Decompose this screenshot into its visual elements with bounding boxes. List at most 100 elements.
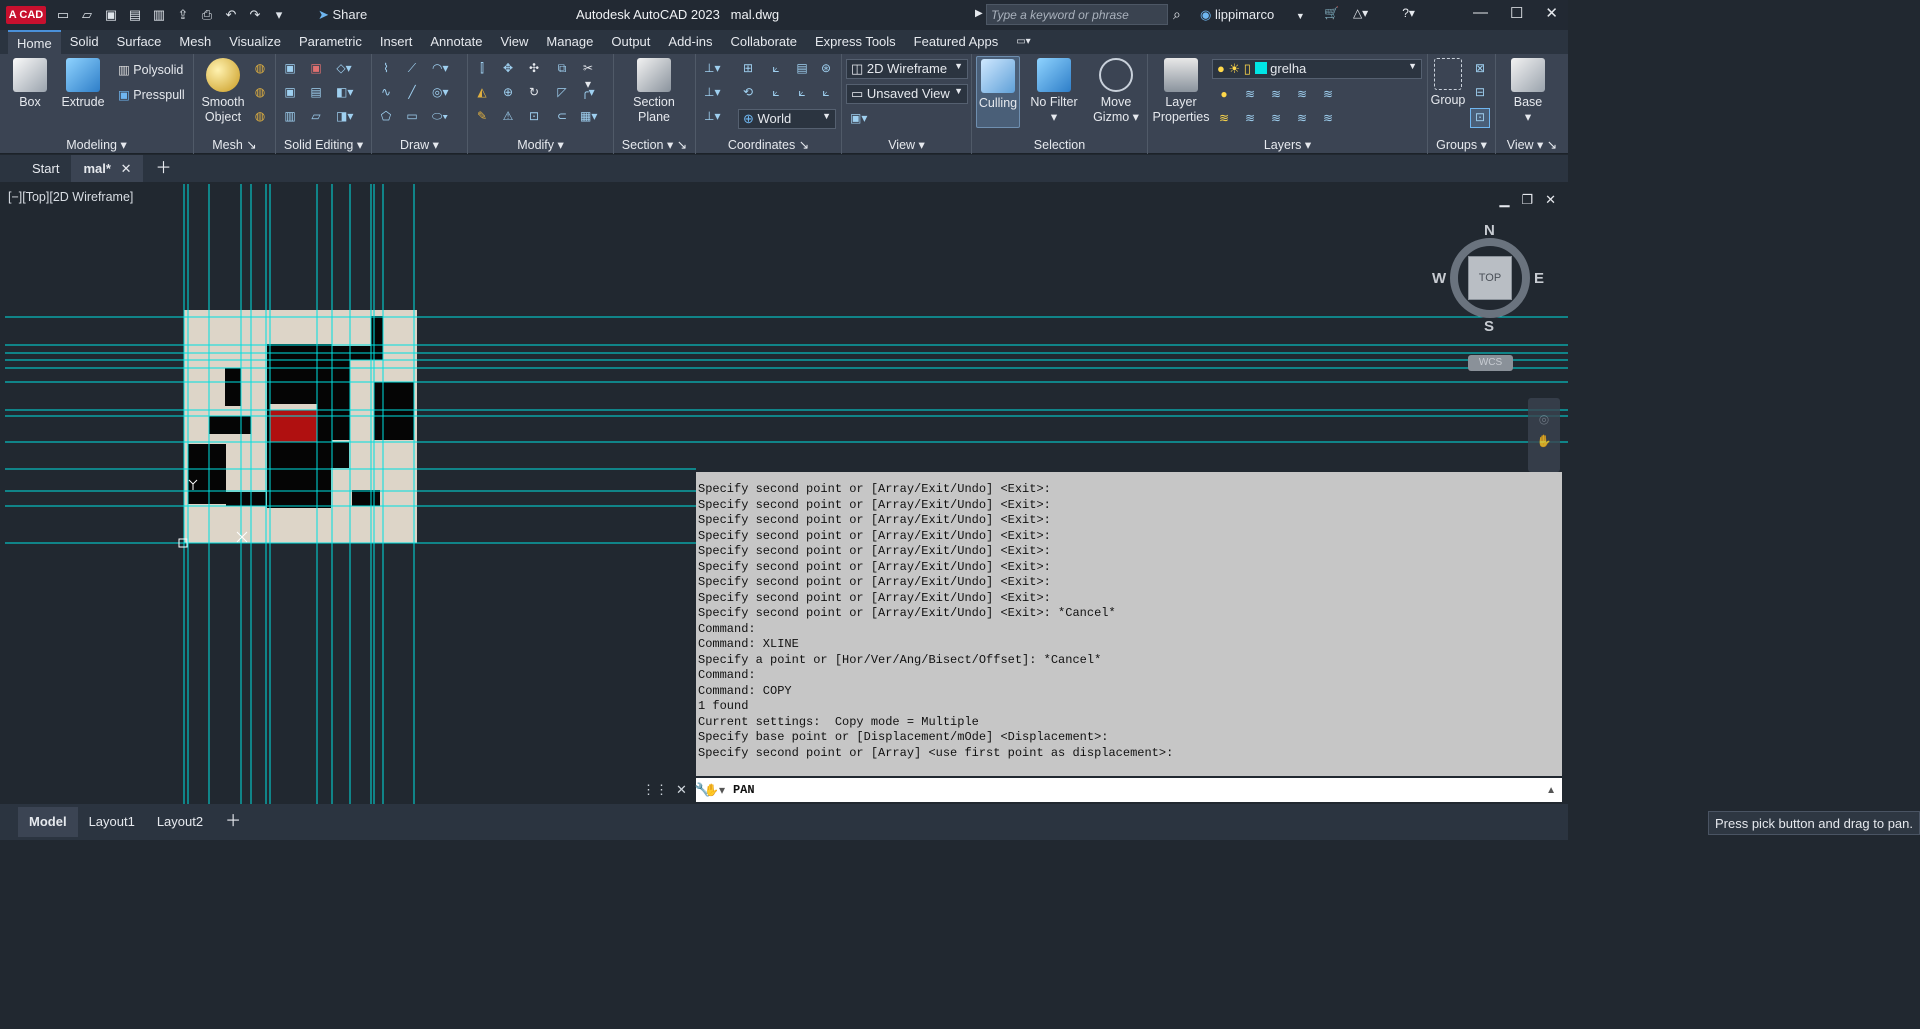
undo-icon[interactable]: ↶ [222, 6, 240, 24]
layer-on-icon[interactable]: ● [1216, 86, 1232, 102]
panel-groups-label[interactable]: Groups ▾ [1428, 137, 1495, 152]
ucs-view-icon[interactable]: ⊥▾ [704, 84, 720, 100]
wcs-menu[interactable]: WCS [1468, 355, 1513, 371]
viewcube[interactable]: TOP N S E W [1432, 222, 1546, 335]
save-to-web-icon[interactable]: ⇪ [174, 6, 192, 24]
compass-north[interactable]: N [1484, 222, 1495, 239]
trim-icon[interactable]: ✂▾ [580, 60, 596, 91]
cart-icon[interactable]: 🛒 [1324, 6, 1339, 20]
tab-add-ins[interactable]: Add-ins [659, 30, 721, 54]
ucs-world-icon[interactable]: ⊛ [818, 60, 834, 76]
panel-mesh-label[interactable]: Mesh ↘ [194, 137, 275, 152]
layer-isolate-icon[interactable]: ≋ [1268, 86, 1284, 102]
smooth-object-button[interactable]: Smooth Object [198, 58, 248, 125]
layer-merge-icon[interactable]: ≋ [1320, 110, 1336, 126]
layer-unlock-icon[interactable]: ≋ [1294, 110, 1310, 126]
no-filter-button[interactable]: No Filter ▾ [1026, 58, 1082, 125]
group-button[interactable]: Group [1430, 58, 1466, 108]
mesh-primitive-icon[interactable]: ◍ [252, 60, 268, 76]
tab-annotate[interactable]: Annotate [421, 30, 491, 54]
ucs-3point-icon[interactable]: ⟀ [768, 60, 784, 76]
compass-east[interactable]: E [1534, 270, 1544, 287]
panel-layers-label[interactable]: Layers ▾ [1148, 137, 1427, 152]
minimize-icon[interactable]: — [1473, 4, 1488, 22]
copy-icon[interactable]: ⧉ [554, 60, 570, 76]
ucs-object-icon[interactable]: ⊥▾ [704, 108, 720, 124]
save-icon[interactable]: ▣ [102, 6, 120, 24]
new-tab-icon[interactable]: ＋ [143, 155, 183, 182]
culling-button[interactable]: Culling [976, 56, 1020, 128]
panel-draw-label[interactable]: Draw ▾ [372, 137, 467, 152]
union-icon[interactable]: ▣ [282, 60, 298, 76]
close-command-line-icon[interactable]: ✕ [676, 782, 687, 798]
panel-solid-editing-label[interactable]: Solid Editing ▾ [276, 137, 371, 152]
tab-parametric[interactable]: Parametric [290, 30, 371, 54]
stretch-icon[interactable]: ⊡ [526, 108, 542, 124]
polyline-icon[interactable]: ⟋ [404, 60, 420, 76]
mesh-smooth-more-icon[interactable]: ◍ [252, 84, 268, 100]
user-account[interactable]: ◉ lippimarco ▼ [1200, 7, 1305, 23]
start-tab[interactable]: Start [20, 155, 71, 182]
tab-insert[interactable]: Insert [371, 30, 422, 54]
visual-style-dropdown[interactable]: ◫ 2D Wireframe ▼ [846, 59, 968, 79]
panel-modeling-label[interactable]: Modeling ▾ [0, 137, 193, 152]
fillet-edge-icon[interactable]: ◧▾ [336, 84, 353, 100]
3d-move-icon[interactable]: ✥ [500, 60, 516, 76]
arc-icon[interactable]: ◠▾ [432, 60, 449, 76]
polysolid-button[interactable]: ▥ Polysolid [118, 62, 183, 77]
ucs-x-icon[interactable]: ⟀ [768, 84, 784, 100]
viewcube-top-face[interactable]: TOP [1468, 256, 1512, 300]
interfere-icon[interactable]: ▤ [308, 84, 324, 100]
panel-section-label[interactable]: Section ▾ ↘ [614, 137, 695, 152]
viewport-close-icon[interactable]: ✕ [1545, 192, 1556, 208]
autodesk-a360-icon[interactable]: △▾ [1353, 6, 1368, 20]
line-icon[interactable]: ⌇ [378, 60, 394, 76]
rotate-icon[interactable]: ↻ [526, 84, 542, 100]
tab-output[interactable]: Output [602, 30, 659, 54]
save-as-icon[interactable]: ▤ [126, 6, 144, 24]
extrude-button[interactable]: Extrude [58, 58, 108, 110]
array-icon[interactable]: ▦▾ [580, 108, 597, 124]
pan-icon[interactable]: ✋ [1528, 434, 1560, 448]
layer-properties-button[interactable]: Layer Properties [1152, 58, 1210, 125]
ucs-origin-icon[interactable]: ⊞ [740, 60, 756, 76]
command-input[interactable]: PAN [725, 783, 755, 797]
drawing-tab[interactable]: mal* ✕ [71, 155, 144, 182]
tab-express-tools[interactable]: Express Tools [806, 30, 905, 54]
tab-manage[interactable]: Manage [537, 30, 602, 54]
mesh-refine-icon[interactable]: ◍ [252, 108, 268, 124]
panel-coordinates-label[interactable]: Coordinates ↘ [696, 137, 841, 152]
layout2-tab[interactable]: Layout2 [146, 807, 214, 837]
add-layout-icon[interactable]: ＋ [214, 807, 252, 837]
ungroup-icon[interactable]: ⊠ [1472, 60, 1488, 76]
tab-solid[interactable]: Solid [61, 30, 108, 54]
search-expand-icon[interactable]: ▶ [975, 8, 983, 19]
autocad-logo[interactable]: A CAD [6, 6, 46, 24]
tab-mesh[interactable]: Mesh [170, 30, 220, 54]
ucs-named-icon[interactable]: ▤ [794, 60, 810, 76]
drawing-viewport[interactable]: [−][Top][2D Wireframe] ▁ ❐ ✕ TOP N S E W… [0, 184, 1568, 804]
subtract-icon[interactable]: ▣ [308, 60, 324, 76]
ribbon-minimize-icon[interactable]: ▭▾ [1007, 30, 1039, 54]
intersect-icon[interactable]: ▣ [282, 84, 298, 100]
close-tab-icon[interactable]: ✕ [121, 161, 132, 176]
ucs-world-dropdown[interactable]: ⊕ World ▼ [738, 109, 836, 129]
ucs-previous-icon[interactable]: ⟲ [740, 84, 756, 100]
recent-commands-icon[interactable]: ✋▾ [696, 783, 725, 797]
separate-icon[interactable]: ◨▾ [336, 108, 353, 124]
box-button[interactable]: Box [10, 58, 50, 110]
3d-mirror-icon[interactable]: ◭ [474, 84, 490, 100]
tab-collaborate[interactable]: Collaborate [721, 30, 806, 54]
viewport-controls-label[interactable]: [−][Top][2D Wireframe] [8, 190, 133, 204]
extract-edges-icon[interactable]: ▥ [282, 108, 298, 124]
3d-rotate-icon[interactable]: ⊕ [500, 84, 516, 100]
new-file-icon[interactable]: ▭ [54, 6, 72, 24]
named-view-dropdown[interactable]: ▭ Unsaved View ▼ [846, 84, 968, 104]
mirror-icon[interactable]: ⫿ [474, 60, 490, 76]
tab-view[interactable]: View [491, 30, 537, 54]
maximize-icon[interactable]: ☐ [1510, 4, 1523, 22]
share-button[interactable]: ➤ Share [318, 7, 367, 23]
open-file-icon[interactable]: ▱ [78, 6, 96, 24]
polygon-icon[interactable]: ⬠ [378, 108, 394, 124]
panel-modify-label[interactable]: Modify ▾ [468, 137, 613, 152]
